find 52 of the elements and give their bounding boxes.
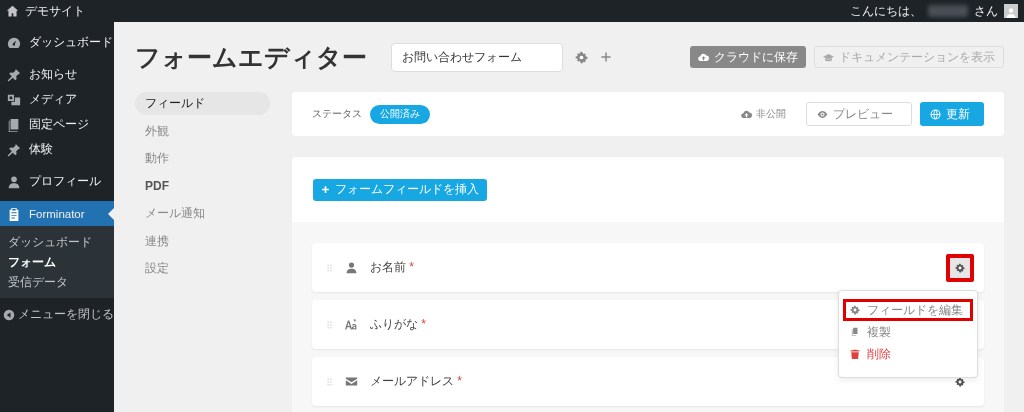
plus-icon	[321, 185, 330, 194]
menu-item[interactable]: 複製	[843, 321, 973, 343]
pin-icon	[7, 67, 21, 82]
editor-nav-item[interactable]: フィールド	[135, 92, 270, 115]
unpublish-link[interactable]: 非公開	[741, 107, 786, 121]
gauge-icon	[7, 35, 21, 50]
sidebar-item[interactable]: ダッシュボード	[0, 30, 114, 55]
field-label: ふりがな *	[370, 316, 426, 333]
submenu-item[interactable]: 受信データ	[0, 272, 114, 292]
pages-icon	[7, 117, 21, 132]
sidebar-item[interactable]: お知らせ	[0, 62, 114, 87]
honorific: さん	[974, 2, 998, 20]
user-icon	[7, 174, 21, 189]
form-name-field[interactable]: お問い合わせフォーム	[391, 42, 563, 72]
envelope-icon	[345, 375, 358, 388]
preview-button[interactable]: プレビュー	[806, 102, 912, 126]
sidebar-item[interactable]: 固定ページ	[0, 112, 114, 137]
status-badge: 公開済み	[370, 104, 430, 124]
sidebar-item[interactable]: メディア	[0, 87, 114, 112]
field-settings-button[interactable]	[946, 253, 974, 282]
submenu-item[interactable]: フォーム	[0, 252, 114, 272]
media-icon	[7, 92, 21, 107]
settings-icon[interactable]	[575, 50, 588, 64]
cloud-upload-icon	[698, 51, 709, 63]
globe-icon	[930, 108, 941, 120]
sidebar-item[interactable]: プロフィール	[0, 169, 114, 194]
plus-icon[interactable]	[600, 51, 612, 63]
site-name[interactable]: デモサイト	[25, 2, 85, 20]
page-title: フォームエディター	[135, 41, 367, 73]
status-label: ステータス	[312, 107, 362, 121]
sidebar-item[interactable]: 体験	[0, 137, 114, 162]
menu-item[interactable]: フィールドを編集	[843, 299, 973, 321]
settings-icon	[850, 305, 860, 315]
field-label: お名前 *	[370, 259, 414, 276]
save-to-cloud-button[interactable]: クラウドに保存	[690, 46, 806, 68]
cloud-icon	[741, 108, 752, 120]
collapse-menu-button[interactable]: メニューを閉じる	[0, 302, 114, 327]
submenu-item[interactable]: ダッシュボード	[0, 232, 114, 252]
trash-icon	[850, 349, 860, 359]
pin-icon	[7, 142, 21, 157]
greeting: こんにちは、	[850, 2, 922, 20]
graduation-cap-icon	[823, 51, 834, 63]
sidebar-item[interactable]: Forminator	[0, 201, 114, 226]
settings-icon	[955, 262, 965, 273]
home-icon	[6, 4, 19, 18]
editor-nav-item[interactable]: PDF	[135, 174, 270, 198]
blurred-username	[928, 5, 968, 17]
clipboard-icon	[7, 206, 21, 221]
text-style-icon	[345, 318, 358, 331]
user-icon	[345, 261, 358, 274]
collapse-icon	[3, 308, 15, 321]
eye-icon	[817, 108, 828, 120]
